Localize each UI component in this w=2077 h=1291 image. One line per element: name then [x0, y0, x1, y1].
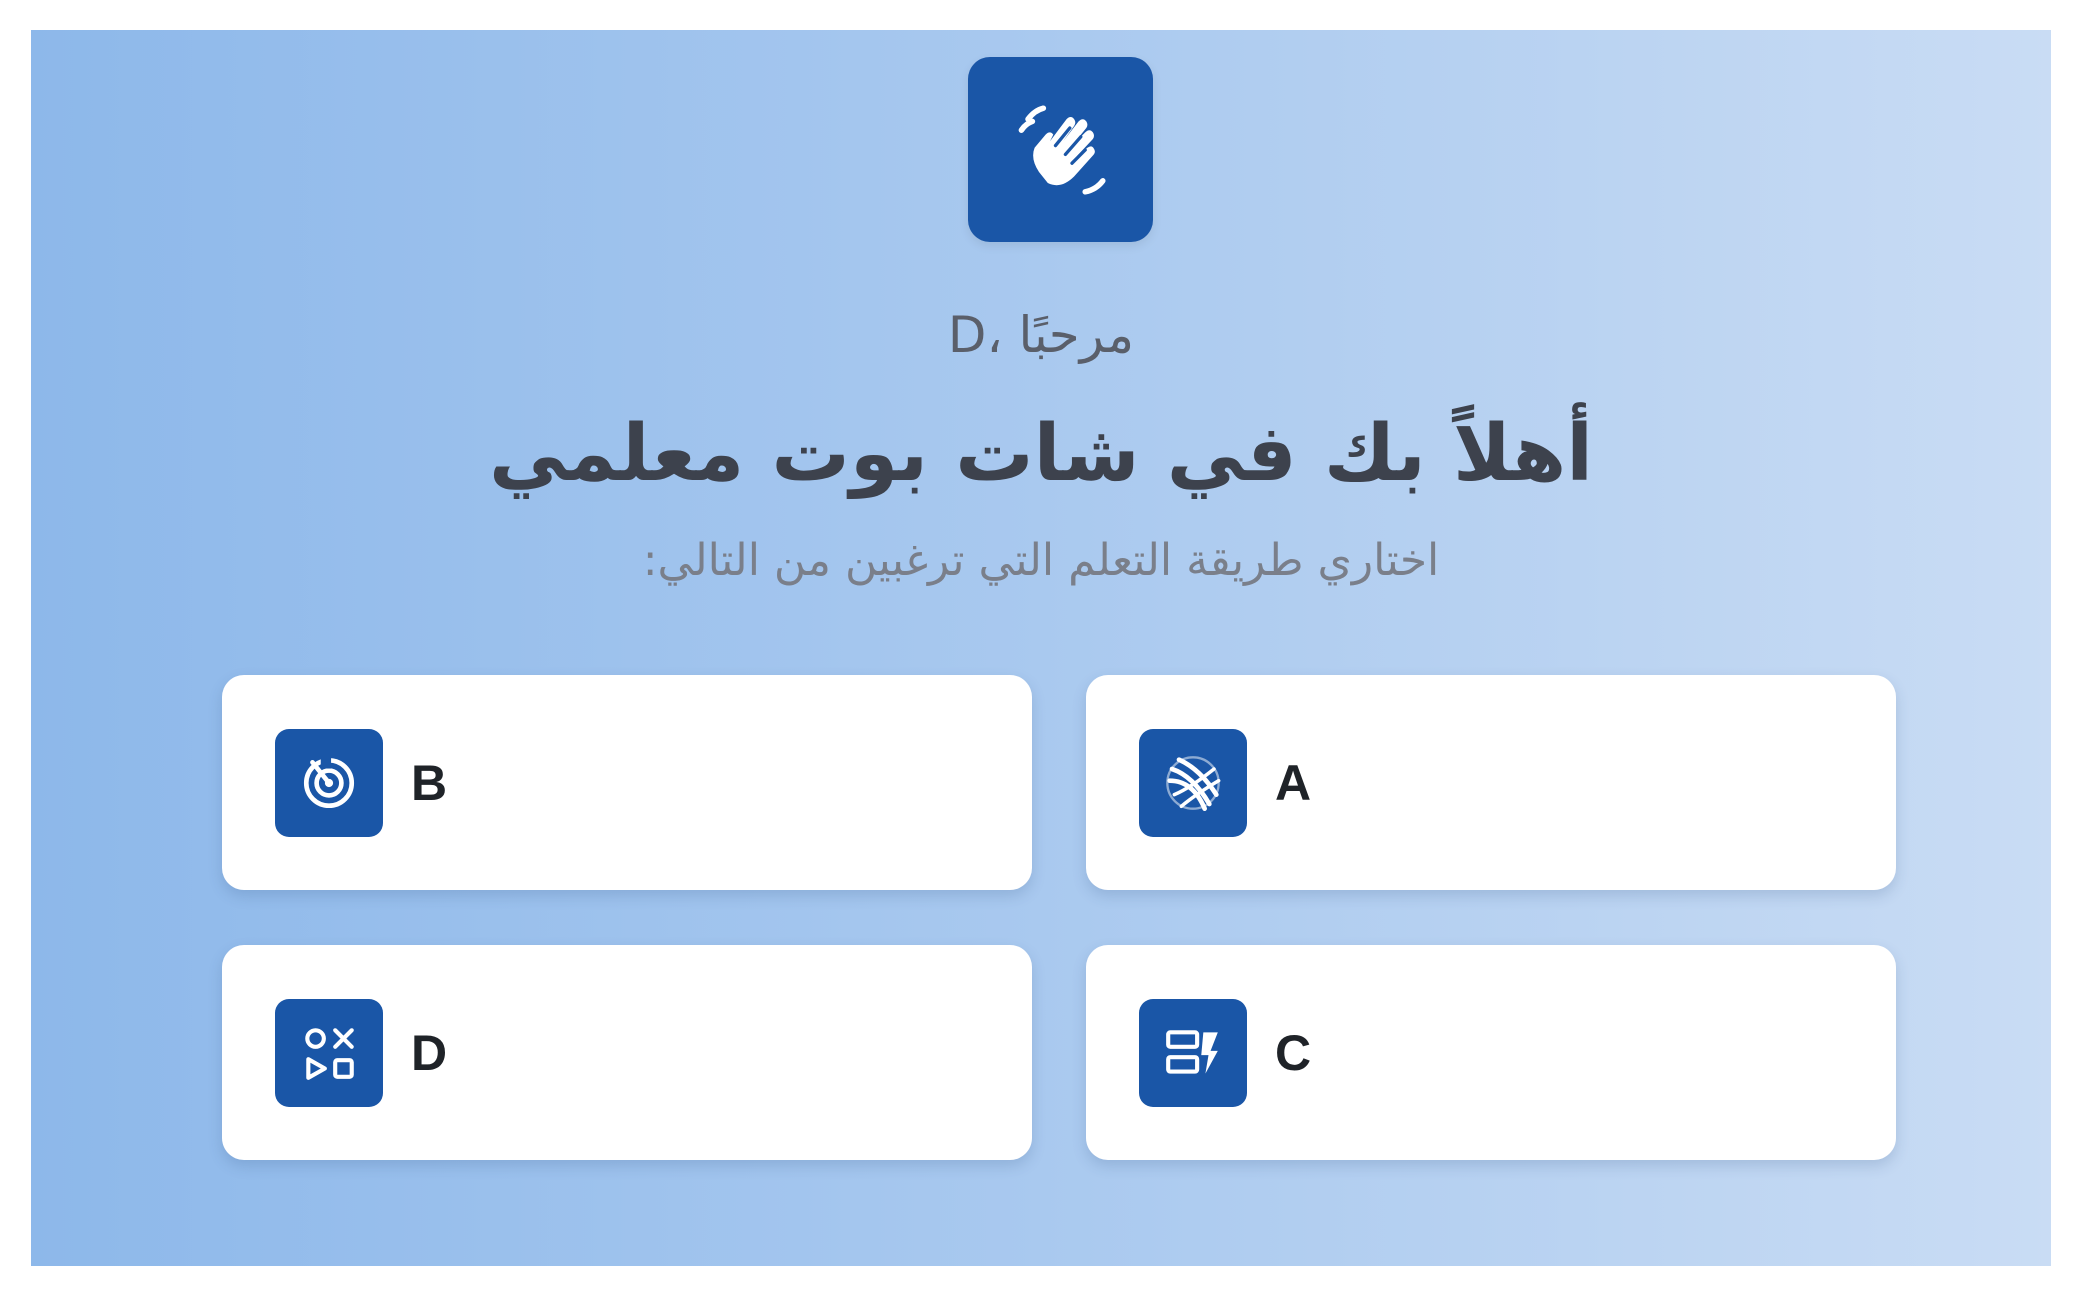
option-label-b: B	[411, 754, 448, 811]
option-label-c: C	[1275, 1024, 1312, 1081]
option-label-d: D	[411, 1024, 448, 1081]
page-title: أهلاً بك في شات بوت معلمي	[488, 409, 1594, 499]
waving-hand-icon	[968, 57, 1153, 242]
welcome-panel: مرحبًا ،D أهلاً بك في شات بوت معلمي اختا…	[31, 30, 2051, 1266]
option-card-a[interactable]: A	[1086, 675, 1896, 890]
target-icon	[275, 728, 383, 837]
swirl-icon	[1139, 728, 1247, 837]
flash-cards-icon	[1139, 998, 1247, 1107]
game-shapes-icon	[275, 998, 383, 1107]
option-label-a: A	[1275, 754, 1312, 811]
option-card-d[interactable]: D	[222, 945, 1032, 1160]
option-card-c[interactable]: C	[1086, 945, 1896, 1160]
greeting-text: مرحبًا ،D	[947, 306, 1135, 364]
option-card-b[interactable]: B	[222, 675, 1032, 890]
page-subtitle: اختاري طريقة التعلم التي ترغبين من التال…	[642, 535, 1440, 586]
